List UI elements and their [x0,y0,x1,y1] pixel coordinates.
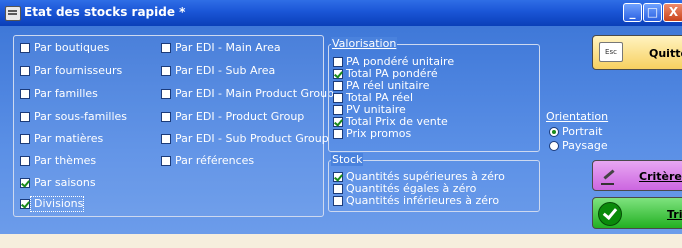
checkbox-par-boutiques[interactable] [20,43,30,53]
checkbox-qte-egales[interactable] [333,184,343,194]
checkbox-label: Par matières [34,132,104,145]
criteria-label: Critères [639,170,682,183]
criteria-button[interactable]: Critères [592,160,682,191]
checkbox-label: Par thèmes [34,154,97,167]
checkbox-label: Par EDI - Sub Area [175,64,276,77]
checkbox-edi-main-product-group[interactable] [161,89,171,99]
checkbox-pa-reel-unitaire[interactable] [333,81,343,91]
maximize-button[interactable]: □ [643,3,662,22]
checkbox-label: Prix promos [346,127,412,140]
checkbox-label: Quantités inférieures à zéro [346,194,500,207]
checkbox-label: Par EDI - Sub Product Group [175,132,329,145]
pencil-icon [601,170,614,185]
radio-portrait[interactable] [549,127,559,137]
radio-paysage[interactable] [549,141,559,151]
checkbox-label: Par EDI - Main Product Group [175,87,335,100]
app-icon [5,6,21,21]
checkbox-qte-inferieures[interactable] [333,196,343,206]
sort-label: Tri [667,208,682,221]
status-area [0,234,682,248]
checkbox-edi-sub-product-group[interactable] [161,134,171,144]
checkbox-edi-sub-area[interactable] [161,66,171,76]
stock-title: Stock [331,153,364,166]
checkbox-label: Par références [175,154,255,167]
checkbox-par-references[interactable] [161,156,171,166]
checkbox-label: Par boutiques [34,41,110,54]
checkbox-prix-promos[interactable] [333,129,343,139]
valorisation-title: Valorisation [331,37,398,50]
checkbox-label: Divisions [34,197,84,210]
checkbox-edi-main-area[interactable] [161,43,171,53]
checkbox-label: Par fournisseurs [34,64,123,77]
checkbox-qte-superieures[interactable] [333,172,343,182]
window-title: Etat des stocks rapide * [24,5,186,19]
checkbox-total-pa-reel[interactable] [333,93,343,103]
checkbox-label: Par EDI - Product Group [175,110,305,123]
radio-label: Portrait [562,125,603,138]
checkbox-edi-product-group[interactable] [161,112,171,122]
checkbox-label: Par familles [34,87,98,100]
checkbox-label: Par sous-familles [34,110,128,123]
checkbox-label: Par saisons [34,176,96,189]
title-bar: Etat des stocks rapide * _ □ X [0,0,682,26]
checkbox-pa-pondere-unitaire[interactable] [333,57,343,67]
orientation-title: Orientation [546,110,609,123]
esc-key-icon: Esc [599,42,623,62]
quit-label: Quitter [649,47,682,60]
checkbox-total-pa-pondere[interactable] [333,69,343,79]
checkbox-divisions[interactable] [20,199,30,209]
checkbox-par-saisons[interactable] [20,178,30,188]
checkbox-par-sous-familles[interactable] [20,112,30,122]
checkbox-total-prix-de-vente[interactable] [333,117,343,127]
checkbox-par-fournisseurs[interactable] [20,66,30,76]
sort-button[interactable]: Tri [592,197,682,229]
grouping-group [13,35,324,217]
minimize-button[interactable]: _ [623,3,642,22]
radio-label: Paysage [562,139,608,152]
checkbox-label: Par EDI - Main Area [175,41,281,54]
quit-button[interactable]: Esc Quitter [592,35,682,70]
checkmark-icon [598,202,622,226]
checkbox-par-familles[interactable] [20,89,30,99]
checkbox-par-matieres[interactable] [20,134,30,144]
checkbox-pv-unitaire[interactable] [333,105,343,115]
close-button[interactable]: X [663,3,682,22]
checkbox-par-themes[interactable] [20,156,30,166]
